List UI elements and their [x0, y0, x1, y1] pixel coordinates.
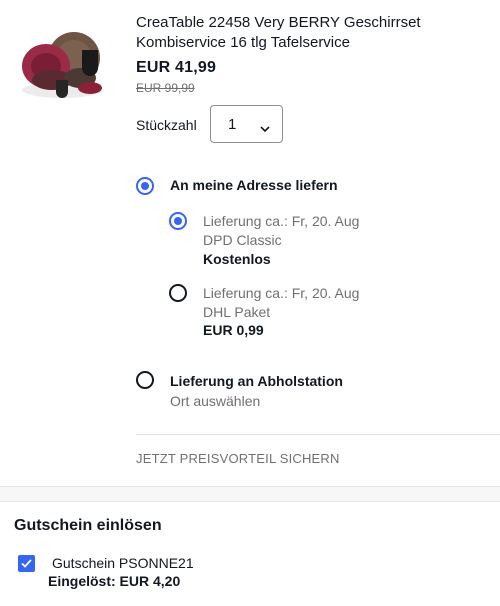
- home-delivery-radio[interactable]: [136, 177, 154, 195]
- chevron-down-icon: [260, 120, 270, 133]
- quantity-select[interactable]: 1: [210, 105, 283, 143]
- coupon-checkbox[interactable]: [18, 555, 35, 572]
- coupon-redeemed-amount: Eingelöst: EUR 4,20: [48, 573, 181, 589]
- product-price: EUR 41,99: [136, 59, 217, 76]
- divider: [136, 434, 500, 435]
- home-delivery-label[interactable]: An meine Adresse liefern: [170, 177, 338, 193]
- dhl-cost: EUR 0,99: [203, 322, 264, 338]
- pickup-select-location-link[interactable]: Ort auswählen: [170, 393, 260, 409]
- dhl-shipping-radio[interactable]: [169, 284, 187, 302]
- product-title[interactable]: CreaTable 22458 Very BERRY Geschirrset K…: [136, 13, 476, 53]
- quantity-label: Stückzahl: [136, 117, 197, 133]
- dpd-carrier: DPD Classic: [203, 232, 282, 248]
- checkmark-icon: [21, 559, 32, 568]
- promo-link[interactable]: JETZT PREISVORTEIL SICHERN: [136, 451, 340, 466]
- dhl-delivery-date: Lieferung ca.: Fr, 20. Aug: [203, 285, 360, 301]
- coupon-code: Gutschein PSONNE21: [52, 555, 194, 571]
- dpd-shipping-radio[interactable]: [169, 212, 187, 230]
- coupon-heading: Gutschein einlösen: [14, 517, 162, 534]
- quantity-value: 1: [228, 116, 237, 133]
- product-image[interactable]: [16, 28, 106, 106]
- dhl-carrier: DHL Paket: [203, 304, 271, 320]
- original-price: EUR 99,99: [136, 81, 195, 95]
- section-separator: [0, 486, 500, 502]
- dpd-delivery-date: Lieferung ca.: Fr, 20. Aug: [203, 213, 360, 229]
- pickup-station-label[interactable]: Lieferung an Abholstation: [170, 373, 343, 389]
- dpd-cost: Kostenlos: [203, 251, 271, 267]
- pickup-station-radio[interactable]: [136, 371, 154, 389]
